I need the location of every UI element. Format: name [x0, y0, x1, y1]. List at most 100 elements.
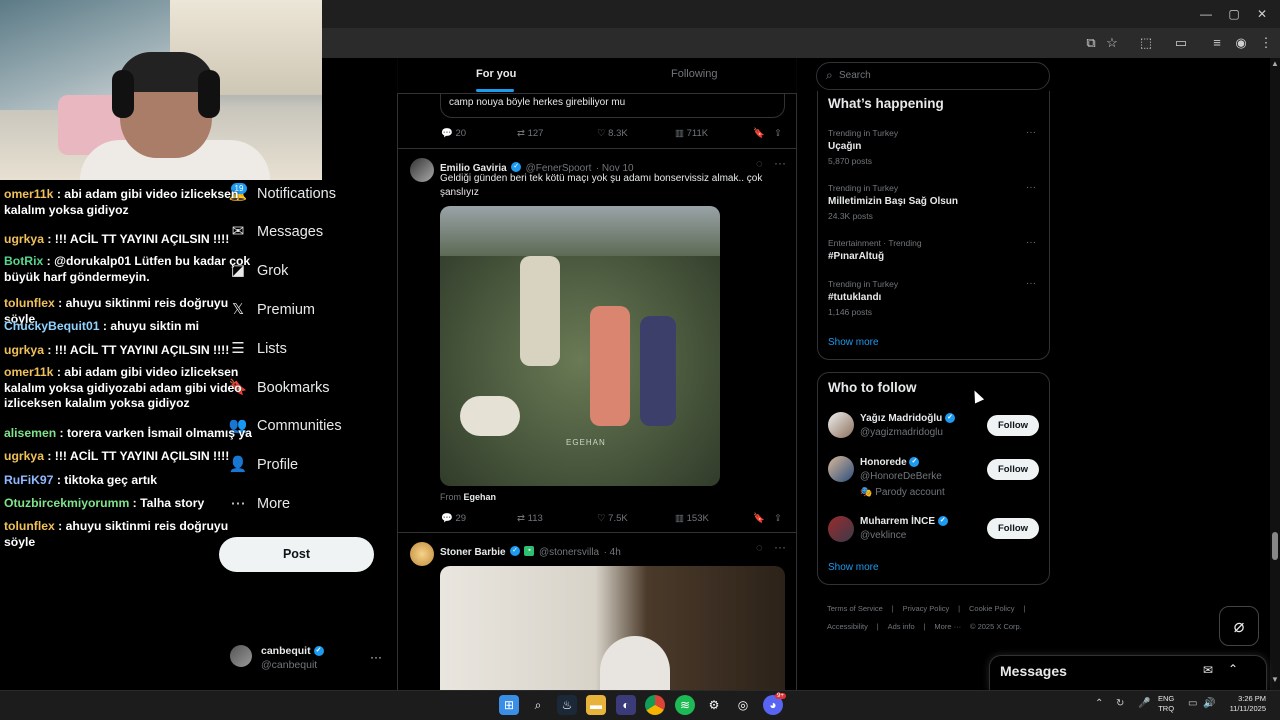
trend-more-options-icon[interactable]: ···	[1026, 278, 1036, 289]
search-icon[interactable]: ⌕	[528, 695, 548, 715]
avatar[interactable]	[410, 542, 434, 566]
chat-username: ugrkya	[4, 232, 44, 246]
file-explorer-icon[interactable]: ▬	[586, 695, 606, 715]
microphone-icon[interactable]: 🎤	[1138, 698, 1150, 709]
trend-topic[interactable]: Uçağın	[828, 141, 861, 152]
settings-icon[interactable]: ⚙	[704, 695, 724, 715]
trend-topic[interactable]: #PınarAltuğ	[828, 251, 884, 262]
share-icon[interactable]: ⇪	[774, 513, 782, 524]
views-action[interactable]: ▥ 711K	[675, 128, 708, 139]
suggested-account-handle: @yagizmadridoglu	[860, 427, 943, 438]
suggested-account-name[interactable]: Honorede ✓	[860, 457, 920, 468]
maximize-button[interactable]: ▢	[1224, 6, 1244, 22]
trend-topic[interactable]: Milletimizin Başı Sağ Olsun	[828, 196, 958, 207]
clock[interactable]: 3:26 PM 11/11/2025	[1222, 694, 1266, 714]
follow-button[interactable]: Follow	[987, 459, 1039, 480]
new-message-icon[interactable]: ✉	[1203, 663, 1213, 677]
reply-icon: 💬	[441, 513, 453, 524]
volume-icon[interactable]: 🔊	[1203, 698, 1215, 709]
chrome-icon[interactable]	[645, 695, 665, 715]
bookmark-action[interactable]: 🔖	[753, 513, 765, 524]
grok-explain-icon[interactable]: ◌	[756, 158, 763, 170]
more-options-icon[interactable]: ···	[774, 540, 786, 554]
close-window-button[interactable]: ✕	[1252, 6, 1272, 22]
grok-explain-icon[interactable]: ◌	[756, 542, 763, 554]
footer-separator: |	[1023, 604, 1026, 613]
spotify-icon[interactable]: ≋	[675, 695, 695, 715]
scrollbar-thumb[interactable]	[1272, 532, 1278, 560]
input-language[interactable]: ENG TRQ	[1158, 694, 1174, 714]
steam-icon[interactable]: ♨	[557, 695, 577, 715]
video-source[interactable]: From Egehan	[440, 492, 496, 502]
repost-count: 127	[527, 128, 544, 139]
avatar	[230, 645, 252, 667]
profile-icon[interactable]: ◉	[1232, 34, 1250, 52]
reply-action[interactable]: 💬 20	[441, 128, 466, 139]
footer-more-link[interactable]: More ···	[934, 622, 961, 631]
like-action[interactable]: ♡ 7.5K	[597, 513, 628, 524]
trend-more-options-icon[interactable]: ···	[1026, 127, 1036, 138]
capture-icon[interactable]: ◎	[733, 695, 753, 715]
trend-topic[interactable]: #tutuklandı	[828, 292, 881, 303]
windows-start-icon[interactable]: ⊞	[499, 695, 519, 715]
scroll-up-arrow-icon[interactable]: ▲	[1271, 60, 1279, 68]
trend-more-options-icon[interactable]: ···	[1026, 182, 1036, 193]
tweet-time[interactable]: · 4h	[604, 547, 621, 558]
minimize-button[interactable]: —	[1196, 6, 1216, 22]
follow-button[interactable]: Follow	[987, 415, 1039, 436]
suggested-account-name[interactable]: Muharrem İNCE ✓	[860, 516, 948, 527]
reading-list-icon[interactable]: ≡	[1208, 34, 1226, 52]
tab-following[interactable]: Following	[671, 68, 717, 80]
sync-icon[interactable]: ↻	[1116, 698, 1124, 709]
cast-icon[interactable]: ⧉	[1082, 34, 1100, 52]
footer-link[interactable]: Terms of Service	[827, 604, 883, 613]
trend-post-count: 1,146 posts	[828, 307, 872, 317]
extensions-icon[interactable]: ⬚	[1137, 34, 1155, 52]
menu-icon[interactable]: ⋮	[1257, 34, 1275, 52]
chat-message: BotRix : @dorukalp01 Lütfen bu kadar çok…	[4, 254, 260, 285]
footer-link[interactable]: Accessibility	[827, 622, 868, 631]
app-icon[interactable]: ◐	[616, 695, 636, 715]
webcam-overlay	[0, 0, 322, 180]
tab-for-you[interactable]: For you	[476, 68, 516, 80]
avatar[interactable]	[828, 456, 854, 482]
split-icon[interactable]: ▭	[1172, 34, 1190, 52]
chat-message: Otuzbircekmiyorumm : Talha story	[4, 496, 260, 512]
view-count: 711K	[686, 128, 709, 139]
avatar[interactable]	[828, 516, 854, 542]
avatar[interactable]	[828, 412, 854, 438]
share-icon[interactable]: ⇪	[774, 128, 782, 139]
suggested-account-name[interactable]: Yağız Madridoğlu ✓	[860, 413, 956, 424]
tray-chevron-icon[interactable]: ⌃	[1095, 698, 1103, 709]
trend-more-options-icon[interactable]: ···	[1026, 237, 1036, 248]
grok-icon: ⌀	[1233, 616, 1245, 636]
tweet-video[interactable]	[440, 566, 785, 690]
headphone-icon	[198, 70, 220, 118]
reply-action[interactable]: 💬 29	[441, 513, 466, 524]
scroll-down-arrow-icon[interactable]: ▼	[1271, 676, 1279, 684]
monitor-icon[interactable]: ▭	[1188, 698, 1197, 709]
views-action[interactable]: ▥ 153K	[675, 513, 709, 524]
more-options-icon[interactable]: ···	[774, 156, 786, 170]
repost-action[interactable]: ⇄ 113	[517, 513, 543, 524]
grok-floating-button[interactable]: ⌀	[1219, 606, 1259, 646]
footer-link[interactable]: Privacy Policy	[903, 604, 950, 613]
author-name[interactable]: Stoner Barbie	[440, 547, 506, 558]
tweet-video[interactable]: EGEHAN	[440, 206, 720, 486]
more-options-icon[interactable]: ···	[370, 650, 382, 664]
chat-text: : !!! ACİL TT YAYINI AÇILSIN !!!!	[43, 449, 230, 463]
star-icon[interactable]: ☆	[1103, 34, 1121, 52]
trends-show-more-link[interactable]: Show more	[828, 337, 879, 348]
page-scrollbar[interactable]	[1270, 58, 1280, 690]
author-handle[interactable]: @stonersvilla	[539, 547, 599, 558]
follow-button[interactable]: Follow	[987, 518, 1039, 539]
who-to-follow-show-more-link[interactable]: Show more	[828, 562, 879, 573]
footer-link[interactable]: Cookie Policy	[969, 604, 1014, 613]
repost-action[interactable]: ⇄ 127	[517, 128, 543, 139]
avatar[interactable]	[410, 158, 434, 182]
like-action[interactable]: ♡ 8.3K	[597, 128, 628, 139]
expand-chevrons-icon[interactable]: ⌃	[1228, 662, 1238, 676]
source-name[interactable]: Egehan	[464, 492, 497, 502]
footer-link[interactable]: Ads info	[888, 622, 915, 631]
bookmark-action[interactable]: 🔖	[753, 128, 765, 139]
